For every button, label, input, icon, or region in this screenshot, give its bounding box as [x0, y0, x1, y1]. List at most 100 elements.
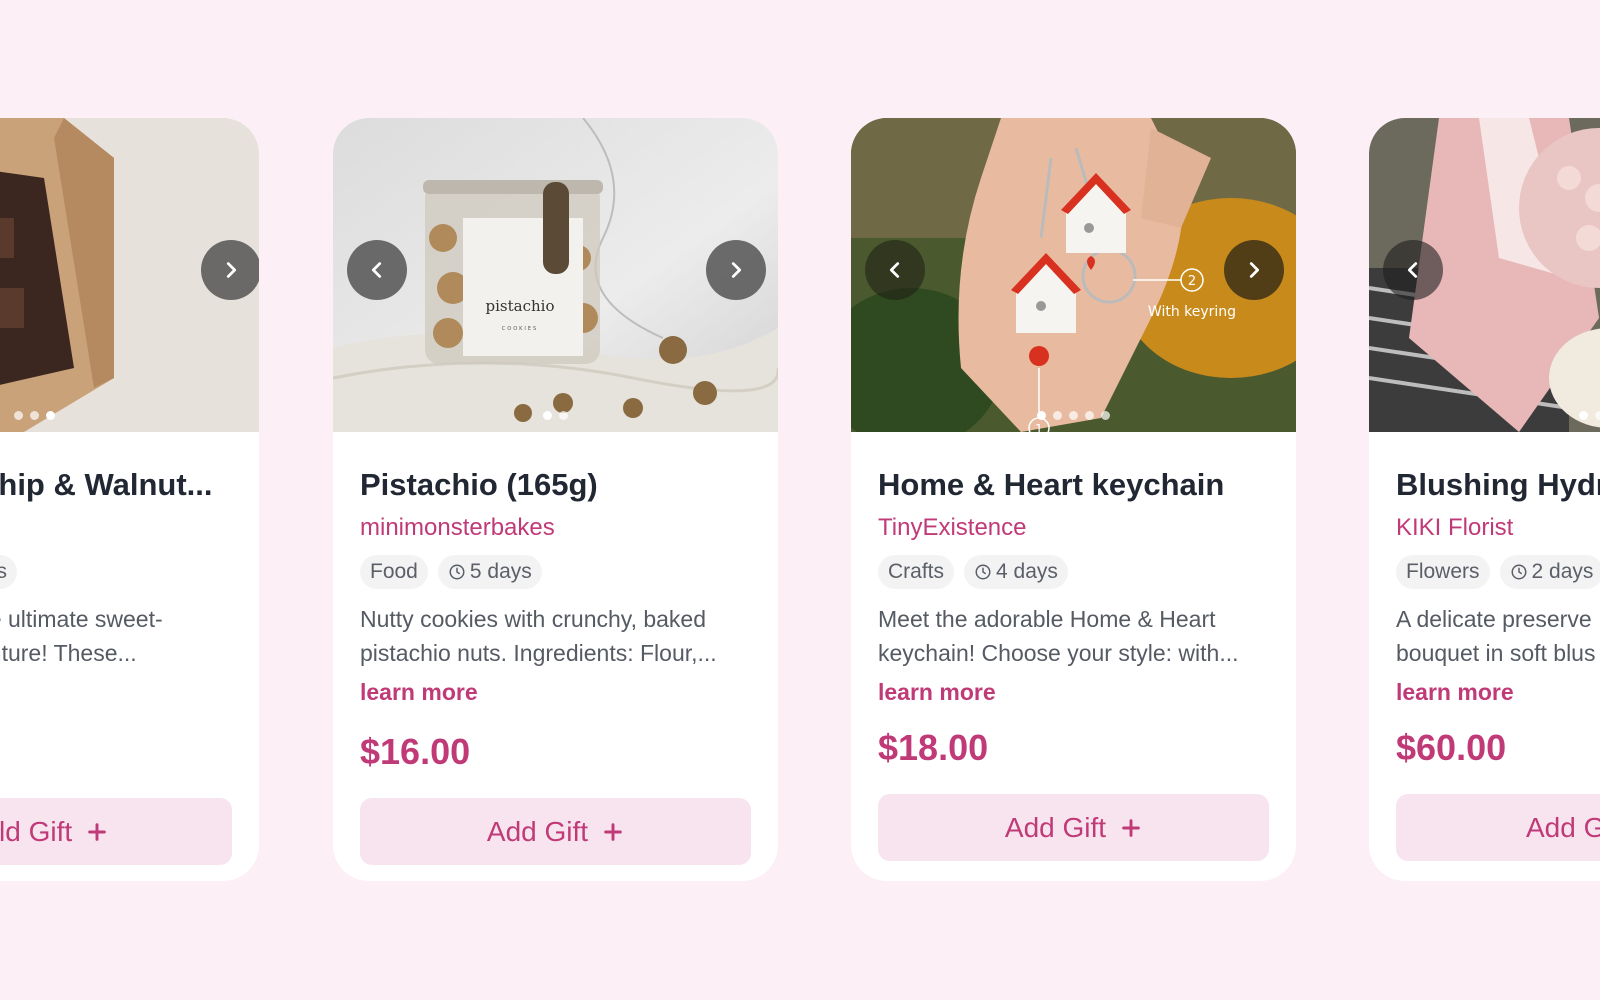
card-body: Blushing Hydra KIKI Florist Flowers 2 da… [1396, 432, 1600, 770]
jar-sublabel: COOKIES [502, 326, 538, 332]
product-title: Pistachio (165g) [360, 467, 598, 502]
callout-label: With keyring [1148, 304, 1236, 320]
delivery-chip: 4 days [964, 555, 1068, 589]
add-gift-label: Add Gift [1004, 811, 1107, 843]
delivery-chip: 2 days [1499, 555, 1600, 589]
product-card: pistachio COOKIES Pistachio (165g) minim… [333, 118, 778, 881]
description: Nutty cookies with crunchy, baked pistac… [360, 602, 751, 670]
plus-icon [1122, 818, 1140, 837]
category-chip: Food [360, 555, 428, 589]
card-body: Pistachio (165g) minimonsterbakes Food 5… [360, 432, 751, 774]
dot[interactable] [1037, 411, 1046, 420]
category-chip: Crafts [878, 555, 955, 589]
description-line: A delicate preserve [1396, 606, 1592, 632]
learn-more-link[interactable]: learn more [878, 676, 1269, 708]
delivery-time: 5 days [469, 560, 532, 583]
card-body: Chip & Walnut... ks ys he ultimate sweet… [0, 432, 232, 670]
price: $16.00 [360, 731, 471, 772]
add-gift-label: Add Gift [486, 815, 589, 847]
product-title: Home & Heart keychain [878, 467, 1225, 502]
jar-label: pistachio [486, 297, 555, 315]
next-image-button[interactable] [706, 240, 766, 300]
dot[interactable] [1595, 411, 1600, 420]
previous-image-button[interactable] [865, 240, 925, 300]
add-gift-button[interactable]: Add G [1396, 794, 1600, 861]
chevron-right-icon [1249, 262, 1260, 278]
description-line: he ultimate sweet- [0, 606, 163, 632]
product-title: Chip & Walnut... [0, 467, 213, 502]
product-image: 2 With keyring 1 [851, 118, 1296, 432]
learn-more-link[interactable]: learn more [360, 676, 751, 708]
seller-link[interactable]: KIKI Florist [1396, 512, 1600, 544]
image-dots [1369, 411, 1600, 420]
description-line: enture! These... [0, 640, 137, 666]
product-image: pistachio COOKIES [333, 118, 778, 432]
dot[interactable] [543, 411, 552, 420]
product-image [0, 118, 259, 432]
category-chip: Flowers [1396, 555, 1490, 589]
tags: Flowers 2 days [1396, 555, 1600, 589]
next-image-button[interactable] [201, 240, 259, 300]
product-title: Blushing Hydra [1396, 467, 1600, 502]
clock-icon [1511, 564, 1527, 580]
delivery-time: 4 days [996, 560, 1058, 583]
add-gift-button[interactable]: ld Gift [0, 798, 232, 865]
dot[interactable] [46, 411, 55, 420]
previous-image-button[interactable] [347, 240, 407, 300]
previous-image-button[interactable] [1383, 240, 1443, 300]
learn-more-link[interactable]: learn more [1396, 676, 1600, 708]
chevron-left-icon [1407, 262, 1418, 278]
clock-icon [449, 564, 465, 580]
chevron-left-icon [371, 262, 382, 278]
product-image [1369, 118, 1600, 432]
dot[interactable] [1579, 411, 1588, 420]
card-body: Home & Heart keychain TinyExistence Craf… [878, 432, 1269, 770]
seller-link[interactable]: ks [0, 512, 232, 544]
description-line: Meet the adorable Home & Heart [878, 606, 1216, 632]
chevron-right-icon [731, 262, 742, 278]
plus-icon [604, 822, 622, 841]
clock-icon [975, 564, 991, 580]
add-gift-label: Add G [1526, 811, 1600, 843]
dot[interactable] [1101, 411, 1110, 420]
tags: Crafts 4 days [878, 555, 1269, 589]
description: A delicate preserve bouquet in soft blus [1396, 602, 1600, 670]
image-dots [0, 411, 259, 420]
dot[interactable] [1069, 411, 1078, 420]
chevron-right-icon [226, 262, 237, 278]
image-dots [851, 411, 1296, 420]
delivery-time: 2 days [1531, 560, 1594, 583]
description-line: keychain! Choose your style: with... [878, 640, 1239, 666]
product-card: Blushing Hydra KIKI Florist Flowers 2 da… [1369, 118, 1600, 881]
dot[interactable] [14, 411, 23, 420]
description-line: pistachio nuts. Ingredients: Flour,... [360, 640, 717, 666]
add-gift-button[interactable]: Add Gift [878, 794, 1269, 861]
description-line: Nutty cookies with crunchy, baked [360, 606, 707, 632]
add-gift-label: ld Gift [0, 815, 73, 847]
dot[interactable] [1085, 411, 1094, 420]
description-line: bouquet in soft blus [1396, 640, 1596, 666]
dot[interactable] [30, 411, 39, 420]
add-gift-button[interactable]: Add Gift [360, 798, 751, 865]
price: $18.00 [878, 727, 989, 768]
dot[interactable] [1053, 411, 1062, 420]
plus-icon [88, 822, 106, 841]
product-card: 2 With keyring 1 Home & Heart keychain T… [851, 118, 1296, 881]
tags: ys [0, 555, 232, 589]
callout-number: 1 [1035, 422, 1043, 432]
chevron-left-icon [889, 262, 900, 278]
description: he ultimate sweet- enture! These... [0, 602, 232, 670]
callout-number: 2 [1188, 274, 1196, 289]
image-dots [333, 411, 778, 420]
dot[interactable] [559, 411, 568, 420]
seller-link[interactable]: minimonsterbakes [360, 512, 751, 544]
description: Meet the adorable Home & Heart keychain!… [878, 602, 1269, 670]
delivery-chip: ys [0, 555, 17, 589]
delivery-chip: 5 days [437, 555, 542, 589]
product-card: Chip & Walnut... ks ys he ultimate sweet… [0, 118, 259, 881]
next-image-button[interactable] [1224, 240, 1284, 300]
seller-link[interactable]: TinyExistence [878, 512, 1269, 544]
price: $60.00 [1396, 727, 1507, 768]
product-carousel: Chip & Walnut... ks ys he ultimate sweet… [0, 0, 1600, 1000]
tags: Food 5 days [360, 555, 751, 589]
